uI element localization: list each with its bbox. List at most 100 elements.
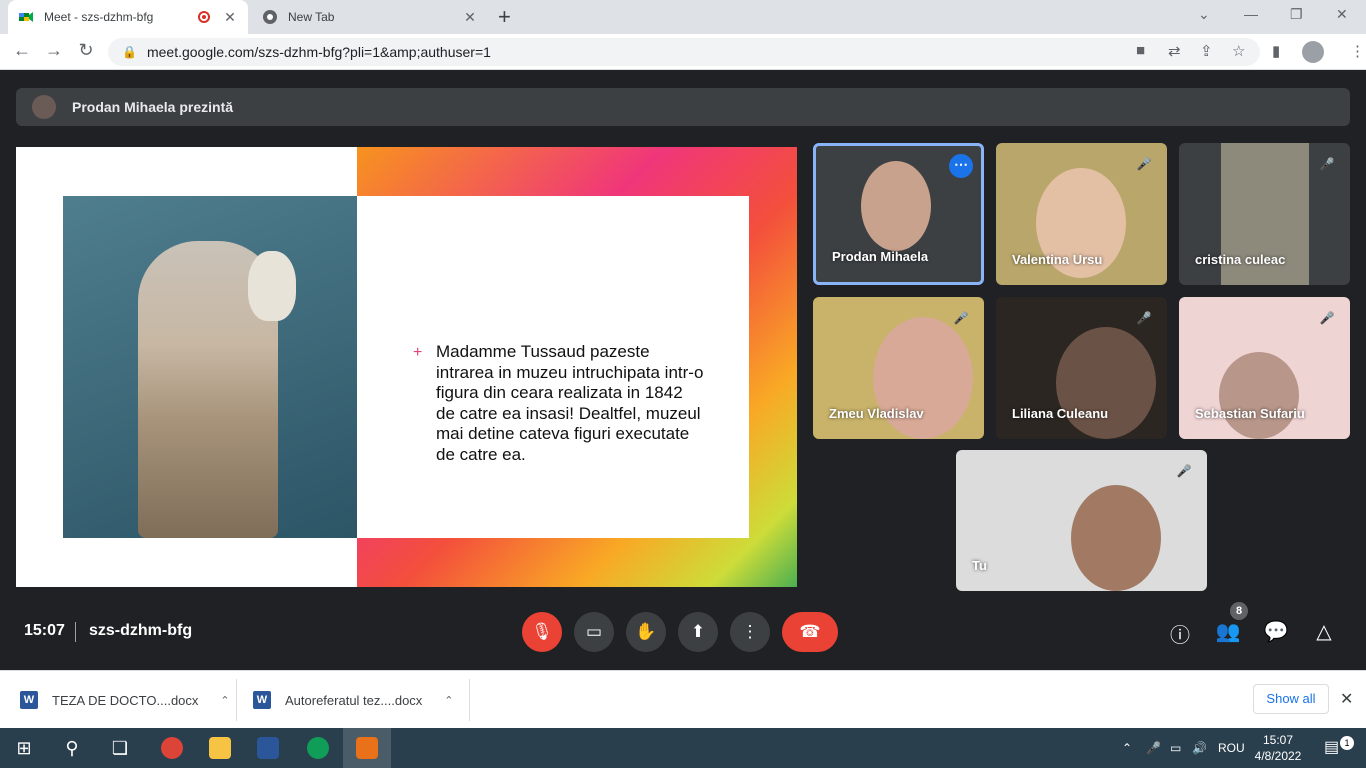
close-tab-icon[interactable]: ✕ xyxy=(462,9,478,26)
people-icon[interactable]: 👥 xyxy=(1215,619,1241,644)
taskbar-active-app-icon[interactable] xyxy=(343,728,391,768)
task-view-icon[interactable]: ❏ xyxy=(96,728,144,768)
network-icon[interactable]: ▭ xyxy=(1170,728,1181,768)
new-tab-button[interactable]: + xyxy=(498,4,511,30)
activities-icon[interactable]: △ xyxy=(1311,619,1337,644)
taskbar-file-explorer-icon[interactable] xyxy=(196,728,244,768)
participant-tile[interactable]: 🎤 Valentina Ursu xyxy=(996,143,1167,285)
address-bar[interactable]: 🔒 meet.google.com/szs-dzhm-bfg?pli=1&amp… xyxy=(108,38,1260,66)
video-feed xyxy=(1056,327,1156,439)
microphone-tray-icon[interactable]: 🎤 xyxy=(1146,728,1161,768)
microphone-toggle-button[interactable]: 🎙 xyxy=(522,612,562,652)
presentation-slide: + Madamme Tussaud pazeste intrarea in mu… xyxy=(16,147,797,587)
presenter-label: Prodan Mihaela prezintă xyxy=(72,99,234,115)
participant-name: cristina culeac xyxy=(1195,252,1286,267)
close-tab-icon[interactable]: ✕ xyxy=(222,9,238,26)
more-options-icon[interactable]: ⋯ xyxy=(949,154,973,178)
participant-name: Liliana Culeanu xyxy=(1012,406,1109,421)
windows-taskbar: ⊞ ⚲ ❏ ⌃ 🎤 ▭ 🔊 ROU 15:07 4/8/2022 ▤ 1 xyxy=(0,728,1366,768)
windows-start-icon[interactable]: ⊞ xyxy=(0,728,48,768)
mic-off-icon: 🎤 xyxy=(1319,157,1335,171)
chevron-up-icon[interactable]: ⌃ xyxy=(444,694,453,707)
camera-icon: ▭ xyxy=(585,622,603,641)
presenter-banner: Prodan Mihaela prezintă xyxy=(16,88,1350,126)
taskbar-word-icon[interactable] xyxy=(244,728,292,768)
meeting-details-icon[interactable]: ⓘ xyxy=(1167,619,1193,648)
present-screen-button[interactable]: ⬆ xyxy=(678,612,718,652)
tab-title: Meet - szs-dzhm-bfg xyxy=(44,10,154,24)
more-vertical-icon: ⋮ xyxy=(741,622,759,641)
search-icon[interactable]: ⚲ xyxy=(48,728,96,768)
volume-icon[interactable]: 🔊 xyxy=(1192,728,1207,768)
video-feed xyxy=(1071,485,1161,591)
download-shelf: W TEZA DE DOCTO....docx ⌃ W Autoreferatu… xyxy=(0,670,1366,728)
tab-meet[interactable]: Meet - szs-dzhm-bfg ✕ xyxy=(8,0,248,34)
download-item[interactable]: W Autoreferatul tez....docx ⌃ xyxy=(253,671,454,729)
participant-name: Prodan Mihaela xyxy=(832,249,929,264)
show-all-downloads-button[interactable]: Show all xyxy=(1253,684,1329,714)
mic-off-icon: 🎤 xyxy=(1176,464,1192,478)
show-hidden-icons-icon[interactable]: ⌃ xyxy=(1122,728,1132,768)
participant-name: Zmeu Vladislav xyxy=(829,406,924,421)
chat-icon[interactable]: 💬 xyxy=(1263,619,1289,644)
bookmark-star-icon[interactable]: ☆ xyxy=(1232,42,1245,60)
mic-off-icon: 🎤 xyxy=(1319,311,1335,325)
participant-tile[interactable]: 🎤 cristina culeac xyxy=(1179,143,1350,285)
chevron-up-icon[interactable]: ⌃ xyxy=(220,694,229,707)
bullet-plus-icon: + xyxy=(413,344,423,361)
back-icon[interactable]: ← xyxy=(10,40,34,61)
leave-call-button[interactable]: ☎ xyxy=(782,612,838,652)
participant-tile[interactable]: ⋯ Prodan Mihaela xyxy=(813,143,984,285)
profile-avatar[interactable] xyxy=(1302,41,1324,63)
download-item[interactable]: W TEZA DE DOCTO....docx ⌃ xyxy=(20,671,230,729)
taskbar-chrome-profile-icon[interactable] xyxy=(294,728,342,768)
close-window-icon[interactable]: ✕ xyxy=(1336,6,1348,23)
camera-toggle-button[interactable]: ▭ xyxy=(574,612,614,652)
word-document-icon: W xyxy=(20,691,38,709)
notifications-icon[interactable]: ▤ xyxy=(1324,728,1339,768)
meet-control-bar: 15:07 szs-dzhm-bfg 🎙 ▭ ✋ ⬆ ⋮ ☎ ⓘ 👥 8 💬 △ xyxy=(0,600,1366,670)
forward-icon[interactable]: → xyxy=(42,40,66,61)
clock-date: 4/8/2022 xyxy=(1254,749,1302,763)
language-indicator[interactable]: ROU xyxy=(1218,728,1245,768)
divider xyxy=(469,679,470,721)
participant-tile[interactable]: 🎤 Sebastian Sufariu xyxy=(1179,297,1350,439)
lock-icon: 🔒 xyxy=(122,45,137,59)
reload-icon[interactable]: ↻ xyxy=(74,40,98,61)
share-icon[interactable]: ⇪ xyxy=(1200,42,1213,60)
folder-icon xyxy=(209,737,231,759)
tab-search-icon[interactable]: ⌄ xyxy=(1198,6,1210,23)
meet-stage: Prodan Mihaela prezintă + Madamme Tussau… xyxy=(0,70,1366,670)
recording-indicator-icon xyxy=(198,11,210,23)
participant-name: Tu xyxy=(972,558,987,573)
system-clock[interactable]: 15:07 4/8/2022 xyxy=(1250,732,1306,764)
divider xyxy=(75,622,76,642)
hand-icon: ✋ xyxy=(635,622,657,641)
google-meet-icon xyxy=(18,9,34,25)
word-document-icon: W xyxy=(253,691,271,709)
tab-new-tab[interactable]: New Tab ✕ xyxy=(252,0,488,34)
participant-tile[interactable]: 🎤 Zmeu Vladislav xyxy=(813,297,984,439)
browser-toolbar: ← → ↻ 🔒 meet.google.com/szs-dzhm-bfg?pli… xyxy=(0,34,1366,70)
raise-hand-button[interactable]: ✋ xyxy=(626,612,666,652)
mic-off-icon: 🎤 xyxy=(1136,157,1152,171)
translate-icon[interactable]: ⇄ xyxy=(1168,42,1181,60)
present-icon: ⬆ xyxy=(690,622,706,641)
minimize-icon[interactable]: — xyxy=(1244,6,1258,22)
self-view-tile[interactable]: 🎤 Tu xyxy=(956,450,1207,591)
slide-photo xyxy=(63,196,357,538)
meeting-code: szs-dzhm-bfg xyxy=(89,622,193,639)
chrome-icon xyxy=(307,737,329,759)
taskbar-chrome-icon[interactable] xyxy=(148,728,196,768)
restore-icon[interactable]: ❐ xyxy=(1290,6,1303,23)
close-shelf-icon[interactable]: ✕ xyxy=(1340,689,1353,709)
participant-name: Valentina Ursu xyxy=(1012,252,1103,267)
menu-kebab-icon[interactable]: ⋮ xyxy=(1350,42,1365,60)
camera-icon[interactable]: ■ xyxy=(1136,42,1145,59)
participant-tile[interactable]: 🎤 Liliana Culeanu xyxy=(996,297,1167,439)
avatar xyxy=(32,95,56,119)
hangup-icon: ☎ xyxy=(799,622,821,641)
side-panel-icon[interactable]: ▮ xyxy=(1272,42,1280,60)
more-options-button[interactable]: ⋮ xyxy=(730,612,770,652)
chrome-icon xyxy=(161,737,183,759)
